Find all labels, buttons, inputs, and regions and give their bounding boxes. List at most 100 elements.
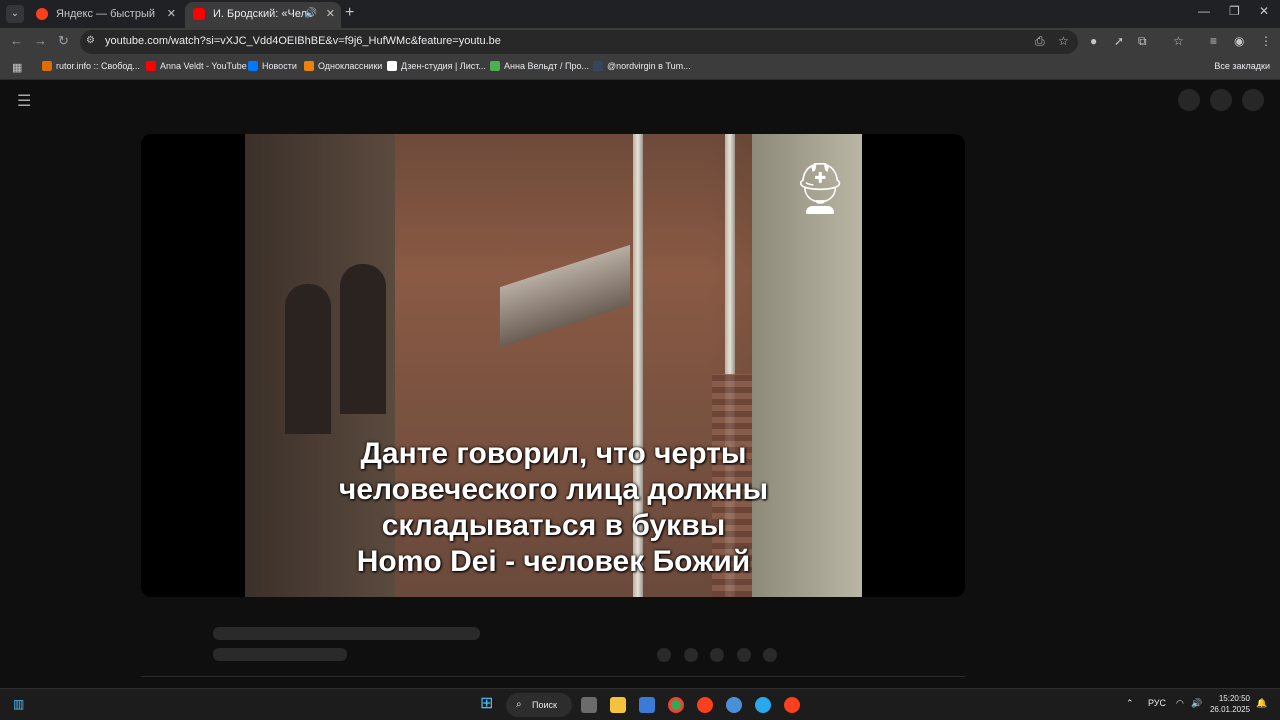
placeholder-avatar[interactable] xyxy=(1210,89,1232,111)
tray-chevron-icon[interactable]: ⌃ xyxy=(1126,698,1134,709)
bookmark-favicon-icon xyxy=(248,61,258,71)
mustache-icon xyxy=(806,206,834,214)
tab-youtube-active[interactable]: И. Бродский: «Человек – с 🔊 ✕ xyxy=(185,2,341,28)
reading-list-icon[interactable]: ≡ xyxy=(1210,34,1217,48)
tab-close-icon[interactable]: ✕ xyxy=(167,2,176,26)
action-skeleton xyxy=(684,648,698,662)
close-window-button[interactable]: ✕ xyxy=(1259,4,1269,18)
taskbar-search[interactable]: ⌕ Поиск xyxy=(506,693,572,717)
telegram-icon[interactable] xyxy=(755,697,771,713)
cast-icon[interactable]: ⎙ xyxy=(1035,34,1045,49)
browser-toolbar: ← → ↻ ⚙ youtube.com/watch?si=vXJC_Vdd4OE… xyxy=(0,28,1280,56)
subtitle-line: человеческого лица должны xyxy=(338,473,769,506)
bookmarks-manager-icon[interactable]: ☆ xyxy=(1173,34,1184,48)
restore-button[interactable]: ❐ xyxy=(1229,4,1240,18)
more-menu-icon[interactable]: ⋮ xyxy=(1260,34,1272,48)
bookmark-item[interactable]: @nordvirgin в Tum... xyxy=(593,61,691,71)
volume-icon[interactable]: 🔊 xyxy=(1191,698,1202,709)
yandex-favicon-icon xyxy=(36,8,48,20)
video-window-shape xyxy=(340,264,386,414)
subtitle-line: Homo Dei - человек Божий xyxy=(356,545,751,578)
url-text[interactable]: youtube.com/watch?si=vXJC_Vdd4OEIBhBE&v=… xyxy=(105,35,501,47)
qbittorrent-icon[interactable] xyxy=(726,697,742,713)
bookmark-favicon-icon xyxy=(387,61,397,71)
clock-time: 15:20:50 xyxy=(1218,694,1250,703)
channel-skeleton xyxy=(213,648,347,661)
bookmark-label: Новости xyxy=(262,61,297,71)
tab-yandex[interactable]: Яндекс — быстрый поиск в ин ✕ xyxy=(28,2,182,28)
hamburger-menu-icon[interactable]: ☰ xyxy=(17,91,31,111)
action-skeleton xyxy=(737,648,751,662)
video-subtitles: Данте говорил, что черты человеческого л… xyxy=(245,436,862,580)
bookmark-item[interactable]: Анна Вельдт / Про... xyxy=(490,61,589,71)
bookmark-item[interactable]: Anna Veldt - YouTube xyxy=(146,61,247,71)
reload-icon[interactable]: ↻ xyxy=(58,33,69,49)
action-skeleton xyxy=(710,648,724,662)
extension-rocket-icon[interactable]: ➚ xyxy=(1114,34,1124,48)
task-view-icon[interactable] xyxy=(581,697,597,713)
yandex-icon[interactable] xyxy=(784,697,800,713)
bookmark-label: rutor.info :: Свобод... xyxy=(56,61,140,71)
divider xyxy=(141,676,965,677)
bookmark-label: Дзен-студия | Лист... xyxy=(401,61,486,71)
search-icon: ⌕ xyxy=(516,699,522,710)
bookmark-label: Одноклассники xyxy=(318,61,383,71)
extensions-puzzle-icon[interactable]: ⧉ xyxy=(1138,34,1147,49)
search-label: Поиск xyxy=(532,700,557,710)
pith-helmet-logo-icon: ⛑ xyxy=(788,158,852,222)
speaker-icon[interactable]: 🔊 xyxy=(305,2,317,26)
all-bookmarks-button[interactable]: Все закладки xyxy=(1198,61,1270,71)
bookmark-favicon-icon xyxy=(304,61,314,71)
youtube-favicon-icon xyxy=(193,8,205,20)
bookmark-item[interactable]: Дзен-студия | Лист... xyxy=(387,61,486,71)
chrome-icon[interactable] xyxy=(668,697,684,713)
tab-label: И. Бродский: «Человек – с xyxy=(213,8,313,20)
video-player[interactable]: ⛑ Данте говорил, что черты человеческого… xyxy=(141,134,965,597)
address-bar[interactable]: ⚙ youtube.com/watch?si=vXJC_Vdd4OEIBhBE&… xyxy=(80,30,1078,54)
apps-grid-icon[interactable]: ▦ xyxy=(12,61,22,74)
title-skeleton xyxy=(213,627,480,640)
yandex-browser-icon[interactable] xyxy=(697,697,713,713)
minimize-button[interactable]: — xyxy=(1198,4,1210,18)
subtitle-line: складываться в буквы xyxy=(381,509,726,542)
bookmark-item[interactable]: rutor.info :: Свобод... xyxy=(42,61,140,71)
clock-date: 26.01.2025 xyxy=(1209,705,1250,714)
notification-bell-icon[interactable]: 🔔 xyxy=(1256,698,1267,709)
bookmark-label: @nordvirgin в Tum... xyxy=(607,61,691,71)
video-balcony-shape xyxy=(500,244,630,348)
profile-icon[interactable]: ◉ xyxy=(1234,34,1244,48)
bookmark-favicon-icon xyxy=(593,61,603,71)
bookmark-favicon-icon xyxy=(146,61,156,71)
tab-close-icon[interactable]: ✕ xyxy=(326,2,335,26)
windows-taskbar: ▥ ⊞ ⌕ Поиск ⌃ РУС ◠ 🔊 15:20:50 26.01.2025… xyxy=(0,688,1280,720)
back-icon[interactable]: ← xyxy=(10,33,23,48)
tab-strip: ⌄ Яндекс — быстрый поиск в ин ✕ И. Бродс… xyxy=(0,0,1280,28)
tab-label: Яндекс — быстрый поиск в ин xyxy=(56,8,156,20)
bookmark-item[interactable]: Одноклассники xyxy=(304,61,382,71)
extension-vpn-icon[interactable]: ● xyxy=(1090,34,1097,48)
store-icon[interactable] xyxy=(639,697,655,713)
bookmark-item[interactable]: Новости xyxy=(248,61,297,71)
wifi-icon[interactable]: ◠ xyxy=(1176,698,1184,709)
action-skeleton xyxy=(657,648,671,662)
video-window-shape xyxy=(285,284,331,434)
subtitle-line: Данте говорил, что черты xyxy=(360,437,747,470)
bookmark-star-icon[interactable]: ☆ xyxy=(1058,34,1069,48)
new-tab-button[interactable]: + xyxy=(345,4,354,22)
tab-search-icon[interactable]: ⌄ xyxy=(6,5,24,23)
bookmark-favicon-icon xyxy=(42,61,52,71)
video-frame: ⛑ Данте говорил, что черты человеческого… xyxy=(245,134,862,597)
bookmarks-bar: ▦ rutor.info :: Свобод... Anna Veldt - Y… xyxy=(0,56,1280,80)
file-explorer-icon[interactable] xyxy=(610,697,626,713)
forward-icon[interactable]: → xyxy=(34,33,47,48)
action-skeleton xyxy=(763,648,777,662)
bookmark-favicon-icon xyxy=(490,61,500,71)
site-info-icon[interactable]: ⚙ xyxy=(86,35,95,46)
widgets-icon[interactable]: ▥ xyxy=(13,697,29,713)
language-indicator[interactable]: РУС xyxy=(1148,698,1166,708)
placeholder-avatar[interactable] xyxy=(1178,89,1200,111)
windows-start-icon[interactable]: ⊞ xyxy=(480,696,496,713)
bookmark-label: Анна Вельдт / Про... xyxy=(504,61,589,71)
clock[interactable]: 15:20:50 26.01.2025 xyxy=(1210,693,1250,715)
placeholder-avatar[interactable] xyxy=(1242,89,1264,111)
